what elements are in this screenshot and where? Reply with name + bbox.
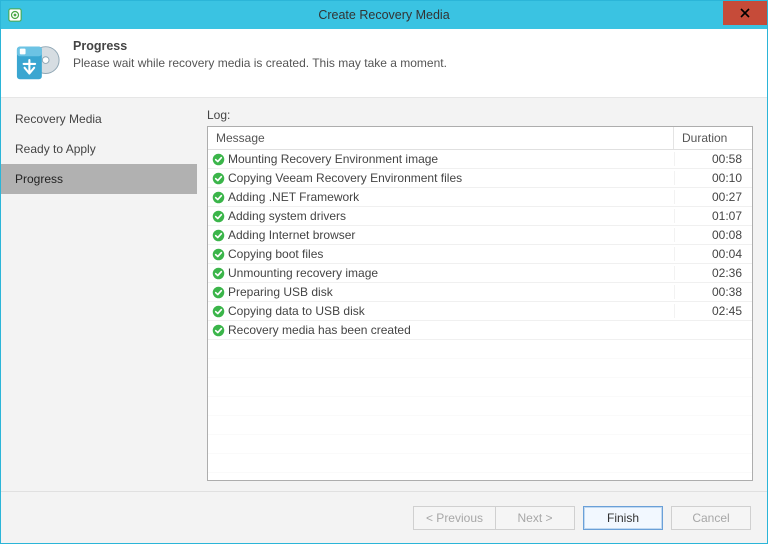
log-row-message: Mounting Recovery Environment image xyxy=(228,152,674,166)
main-panel: Log: Message Duration Mounting Recovery … xyxy=(197,98,767,491)
log-label: Log: xyxy=(207,108,753,122)
log-row[interactable]: Recovery media has been created xyxy=(208,321,752,340)
page-subtitle: Please wait while recovery media is crea… xyxy=(73,56,447,70)
window-title: Create Recovery Media xyxy=(1,8,767,22)
success-icon xyxy=(208,172,228,185)
next-button: Next > xyxy=(495,506,575,530)
cancel-button: Cancel xyxy=(671,506,751,530)
log-row-duration: 02:36 xyxy=(674,266,752,280)
log-row-duration: 01:07 xyxy=(674,209,752,223)
wizard-body: Recovery Media Ready to Apply Progress Log… xyxy=(1,97,767,491)
sidebar-step[interactable]: Progress xyxy=(1,164,197,194)
wizard-header: Progress Please wait while recovery medi… xyxy=(1,29,767,97)
success-icon xyxy=(208,267,228,280)
success-icon xyxy=(208,248,228,261)
log-row-message: Adding .NET Framework xyxy=(228,190,674,204)
log-row[interactable]: Copying boot files00:04 xyxy=(208,245,752,264)
sidebar-step-label: Recovery Media xyxy=(15,112,102,126)
log-row[interactable]: Adding system drivers01:07 xyxy=(208,207,752,226)
previous-button: < Previous xyxy=(413,506,495,530)
log-list: Message Duration Mounting Recovery Envir… xyxy=(207,126,753,481)
recovery-media-icon xyxy=(15,39,61,85)
log-row[interactable]: Adding Internet browser00:08 xyxy=(208,226,752,245)
success-icon xyxy=(208,305,228,318)
log-row[interactable]: Copying data to USB disk02:45 xyxy=(208,302,752,321)
sidebar-step-label: Ready to Apply xyxy=(15,142,96,156)
log-row-message: Copying data to USB disk xyxy=(228,304,674,318)
log-row-message: Unmounting recovery image xyxy=(228,266,674,280)
log-row-message: Copying boot files xyxy=(228,247,674,261)
log-row-message: Copying Veeam Recovery Environment files xyxy=(228,171,674,185)
success-icon xyxy=(208,229,228,242)
success-icon xyxy=(208,210,228,223)
log-row-duration: 00:38 xyxy=(674,285,752,299)
sidebar-step[interactable]: Ready to Apply xyxy=(1,134,197,164)
log-rows[interactable]: Mounting Recovery Environment image00:58… xyxy=(208,150,752,480)
log-header-row: Message Duration xyxy=(208,127,752,150)
page-heading: Progress xyxy=(73,39,447,53)
success-icon xyxy=(208,191,228,204)
titlebar: Create Recovery Media xyxy=(1,1,767,29)
window-frame: Create Recovery Media Progress Please wa… xyxy=(0,0,768,544)
close-button[interactable] xyxy=(723,1,767,25)
sidebar-step-label: Progress xyxy=(15,172,63,186)
success-icon xyxy=(208,324,228,337)
success-icon xyxy=(208,286,228,299)
wizard-footer: < Previous Next > Finish Cancel xyxy=(1,491,767,543)
success-icon xyxy=(208,153,228,166)
log-row[interactable]: Copying Veeam Recovery Environment files… xyxy=(208,169,752,188)
log-header-message[interactable]: Message xyxy=(208,127,674,149)
log-row-message: Adding Internet browser xyxy=(228,228,674,242)
finish-button[interactable]: Finish xyxy=(583,506,663,530)
log-row[interactable]: Adding .NET Framework00:27 xyxy=(208,188,752,207)
wizard-steps: Recovery Media Ready to Apply Progress xyxy=(1,98,197,491)
log-row-message: Preparing USB disk xyxy=(228,285,674,299)
log-row-duration: 00:58 xyxy=(674,152,752,166)
log-row-message: Adding system drivers xyxy=(228,209,674,223)
log-row-duration: 02:45 xyxy=(674,304,752,318)
log-row[interactable]: Unmounting recovery image02:36 xyxy=(208,264,752,283)
log-row-duration: 00:27 xyxy=(674,190,752,204)
sidebar-step[interactable]: Recovery Media xyxy=(1,104,197,134)
log-row[interactable]: Preparing USB disk00:38 xyxy=(208,283,752,302)
close-icon xyxy=(740,5,750,21)
log-row[interactable]: Mounting Recovery Environment image00:58 xyxy=(208,150,752,169)
log-row-duration: 00:10 xyxy=(674,171,752,185)
log-header-duration[interactable]: Duration xyxy=(674,127,752,149)
log-row-message: Recovery media has been created xyxy=(228,323,674,337)
log-row-duration: 00:08 xyxy=(674,228,752,242)
log-row-duration: 00:04 xyxy=(674,247,752,261)
